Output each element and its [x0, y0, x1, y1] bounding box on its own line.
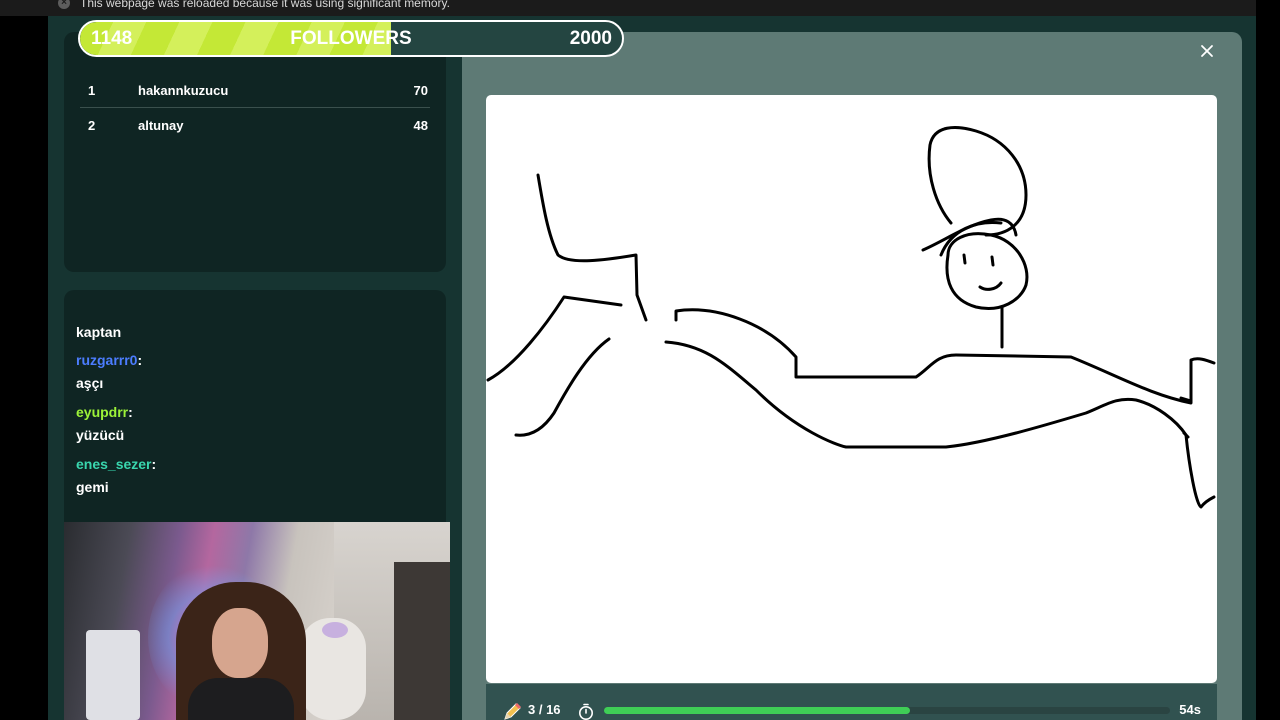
leaderboard-row: 2 altunay 48: [80, 108, 430, 143]
dismiss-notice-icon[interactable]: ×: [58, 0, 70, 9]
chat-username[interactable]: enes_sezer: [76, 456, 152, 472]
webcam-feed: [64, 522, 450, 720]
game-panel: 3 / 16 54s: [462, 32, 1242, 720]
chat-message: eyupdrr: yüzücü: [76, 403, 133, 444]
chat-message-text: gemi: [76, 479, 109, 495]
goal-label: FOLLOWERS: [290, 28, 412, 49]
round-counter: 3 / 16: [528, 702, 561, 717]
stopwatch-icon: [579, 703, 593, 720]
close-icon[interactable]: [1196, 40, 1218, 62]
browser-notice-bar: × This webpage was reloaded because it w…: [0, 0, 1280, 16]
shelf: [86, 630, 140, 720]
goal-target-count: 2000: [569, 28, 612, 49]
timer-progress-fill: [604, 707, 910, 714]
round-status-bar: 3 / 16 54s: [486, 684, 1217, 720]
app-root: 1 hakannkuzucu 70 2 altunay 48 kaptan ru…: [48, 16, 1256, 720]
plush-horn: [322, 622, 348, 638]
timer-progress-bar: [604, 707, 1170, 714]
leaderboard-name: altunay: [138, 118, 184, 133]
chat-message-text: aşçı: [76, 375, 104, 391]
followers-goal-bar: 1148 FOLLOWERS 2000: [78, 20, 624, 57]
pencil-icon: [504, 702, 522, 720]
time-remaining: 54s: [1179, 702, 1201, 717]
chat-separator: :: [137, 352, 143, 368]
chat-message: enes_sezer: gemi: [76, 455, 156, 496]
shirt: [188, 678, 294, 720]
chat-message-text: kaptan: [76, 324, 122, 340]
window-edge: [1256, 0, 1280, 720]
chat-message: ruzgarrr0: aşçı: [76, 351, 142, 392]
chat-separator: :: [151, 456, 157, 472]
chat-message-text: yüzücü: [76, 427, 125, 443]
leaderboard-score: 70: [413, 82, 428, 98]
leaderboard-row: 1 hakannkuzucu 70: [80, 73, 430, 108]
face: [212, 608, 268, 678]
notice-message: This webpage was reloaded because it was…: [80, 0, 450, 10]
chat-username[interactable]: ruzgarrr0: [76, 352, 137, 368]
leaderboard-name: hakannkuzucu: [138, 82, 229, 98]
chat-separator: :: [128, 404, 133, 420]
room-door: [394, 562, 450, 720]
leaderboard-panel: 1 hakannkuzucu 70 2 altunay 48: [64, 32, 446, 272]
drawing-canvas[interactable]: [486, 95, 1217, 683]
leaderboard-score: 48: [413, 118, 428, 133]
drawing-strokes: [486, 126, 1216, 509]
leaderboard-rank: 1: [88, 82, 96, 98]
leaderboard-rank: 2: [88, 118, 96, 133]
chat-username[interactable]: eyupdrr: [76, 404, 128, 420]
chat-panel: kaptan ruzgarrr0: aşçı eyupdrr: yüzücü e…: [64, 290, 446, 550]
streamer: [176, 582, 306, 720]
